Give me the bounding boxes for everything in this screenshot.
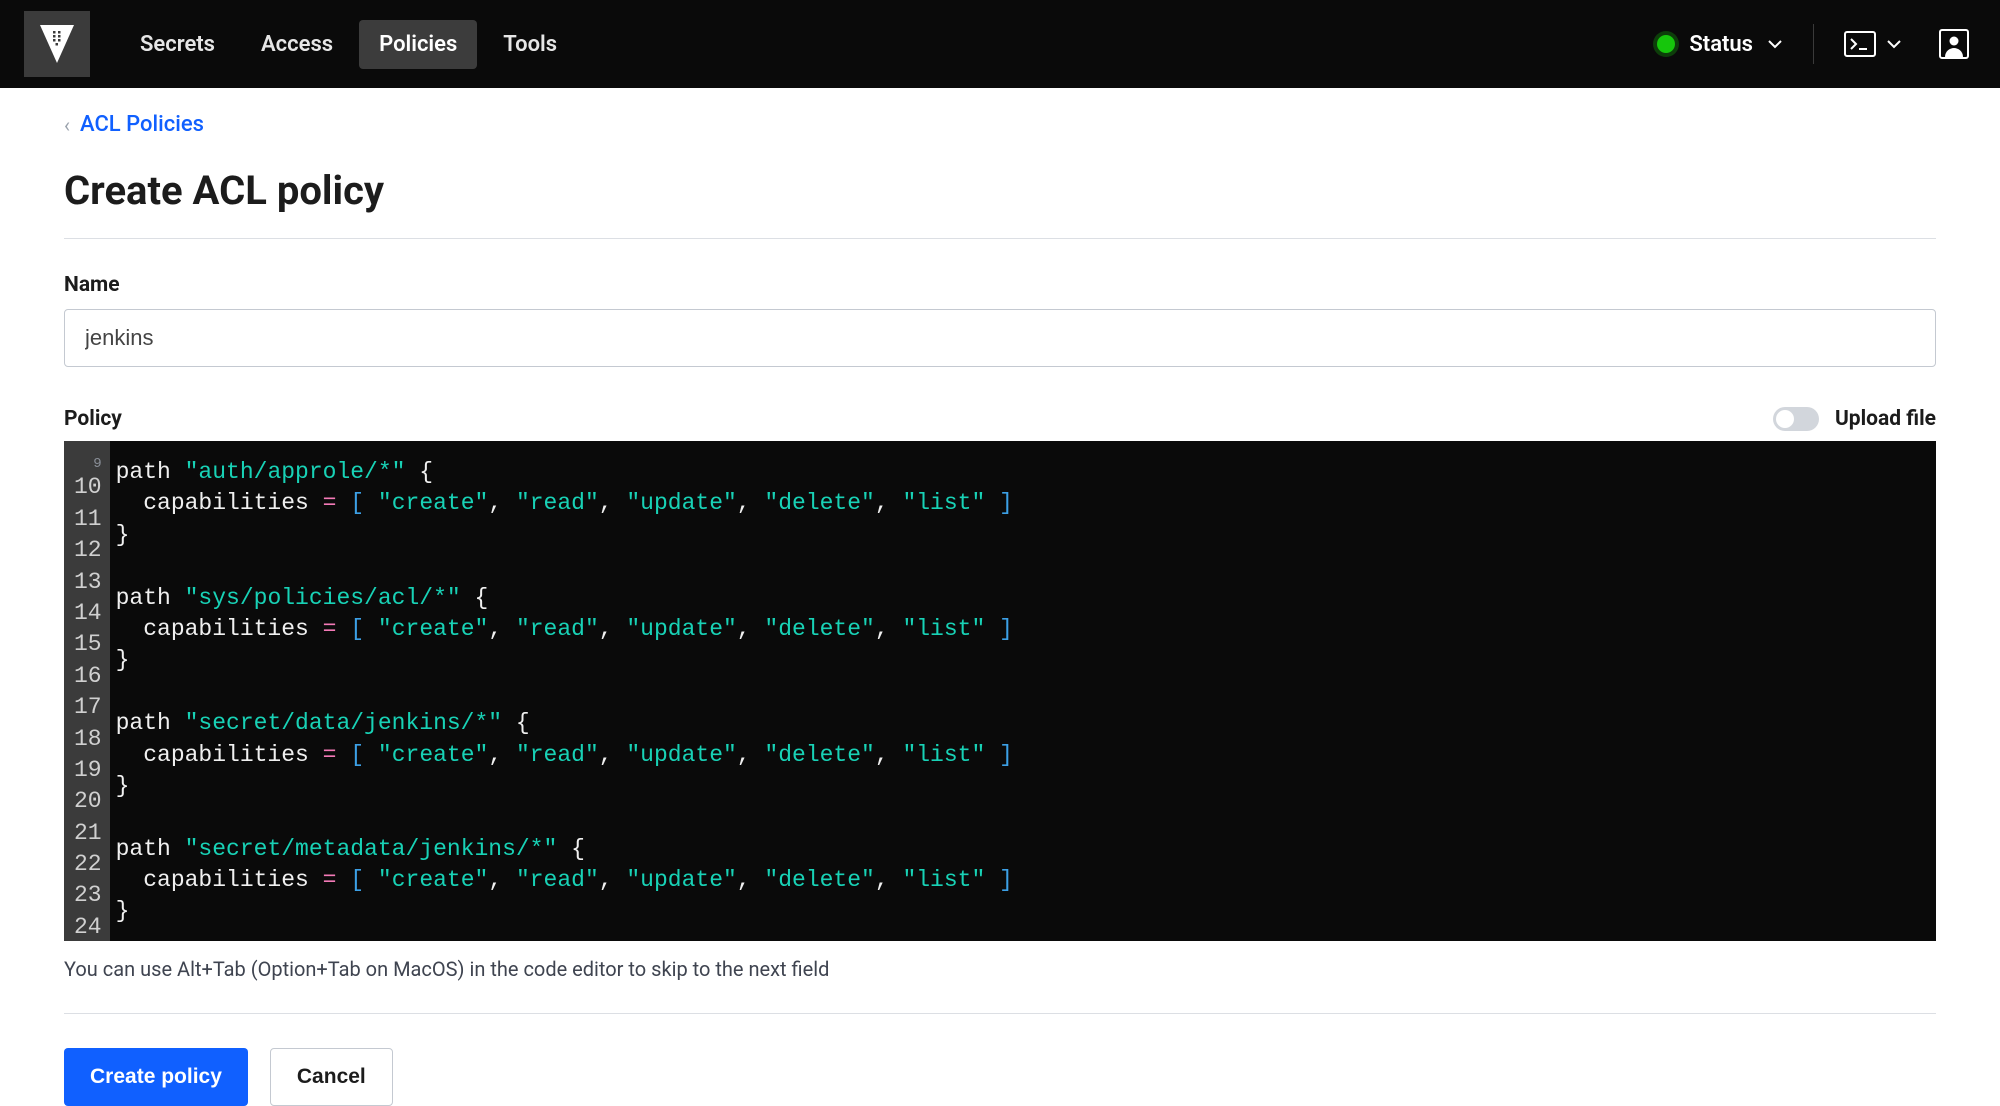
editor-help-text: You can use Alt+Tab (Option+Tab on MacOS… [64, 957, 1936, 1014]
nav-divider [1813, 24, 1814, 64]
policy-label: Policy [64, 407, 122, 431]
nav-links: Secrets Access Policies Tools [120, 20, 577, 69]
name-label: Name [64, 273, 1936, 297]
policy-header-row: Policy Upload file [64, 407, 1936, 431]
create-policy-button[interactable]: Create policy [64, 1048, 248, 1106]
name-input[interactable] [64, 309, 1936, 367]
status-label: Status [1689, 32, 1753, 57]
editor-gutter: 9101112131415161718192021222324 [64, 441, 110, 941]
policy-editor[interactable]: 9101112131415161718192021222324 path "au… [64, 441, 1936, 941]
vault-logo-icon [40, 25, 74, 63]
page-title: Create ACL policy [64, 167, 1936, 239]
nav-right: Status [1657, 24, 1976, 64]
chevron-left-icon: ‹ [64, 113, 70, 137]
status-menu[interactable]: Status [1657, 32, 1783, 57]
upload-toggle[interactable] [1773, 407, 1819, 431]
breadcrumb: ‹ ACL Policies [64, 112, 1936, 137]
top-navbar: Secrets Access Policies Tools Status [0, 0, 2000, 88]
user-menu[interactable] [1932, 24, 1976, 64]
cancel-button[interactable]: Cancel [270, 1048, 393, 1106]
chevron-down-icon [1886, 36, 1902, 52]
user-icon [1939, 29, 1969, 59]
nav-item-tools[interactable]: Tools [483, 20, 577, 69]
nav-item-policies[interactable]: Policies [359, 20, 477, 69]
form-actions: Create policy Cancel [64, 1048, 1936, 1106]
logo[interactable] [24, 11, 90, 77]
breadcrumb-parent-link[interactable]: ACL Policies [80, 112, 204, 137]
upload-label: Upload file [1835, 407, 1936, 431]
editor-code[interactable]: path "auth/approle/*" { capabilities = [… [110, 441, 1936, 941]
nav-item-secrets[interactable]: Secrets [120, 20, 235, 69]
name-field: Name [64, 273, 1936, 367]
upload-file-control: Upload file [1773, 407, 1936, 431]
status-indicator-icon [1657, 35, 1675, 53]
terminal-icon [1844, 31, 1876, 57]
chevron-down-icon [1767, 36, 1783, 52]
nav-item-access[interactable]: Access [241, 20, 353, 69]
page-content: ‹ ACL Policies Create ACL policy Name Po… [0, 88, 2000, 1106]
console-menu[interactable] [1844, 31, 1902, 57]
